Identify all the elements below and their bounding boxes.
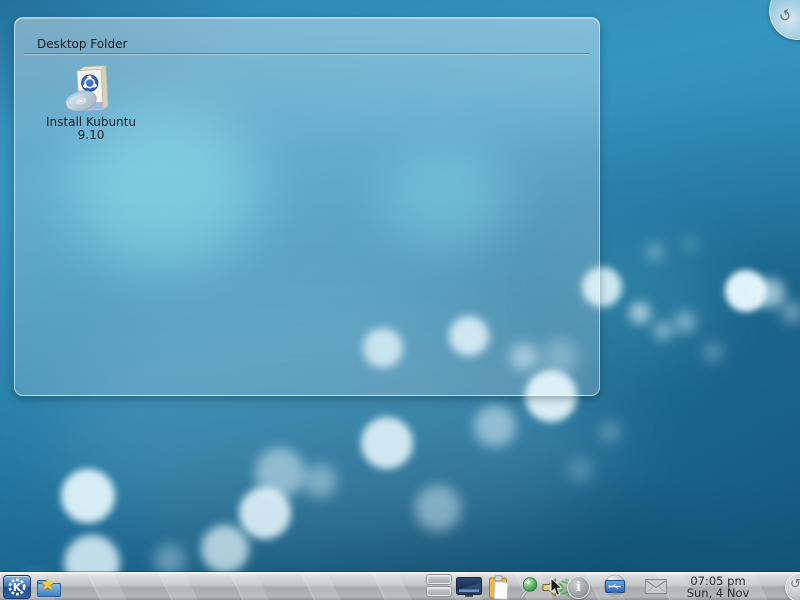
klipper-clipboard-icon[interactable] xyxy=(487,575,511,600)
taskbar-panel: K ★ xyxy=(0,572,800,600)
kmenu-letter: K xyxy=(13,581,22,594)
device-notifier-icon[interactable] xyxy=(601,574,629,600)
desktop-icon-label-line1: Install Kubuntu xyxy=(46,115,136,129)
display-tray-icon[interactable] xyxy=(456,576,482,600)
mouse-cursor xyxy=(550,577,564,598)
digital-clock[interactable]: 07:05 pm Sun, 4 Nov xyxy=(672,575,764,599)
folder-widget-divider xyxy=(24,53,590,54)
bokeh-circle xyxy=(654,322,672,340)
kubuntu-installer-icon xyxy=(64,64,118,114)
bokeh-circle xyxy=(704,343,722,361)
desktop-icon-label-line2: 9.10 xyxy=(78,128,105,142)
virtual-desktop-pager[interactable] xyxy=(427,575,453,599)
bokeh-circle xyxy=(474,405,516,447)
bokeh-circle xyxy=(415,485,461,531)
kmenu-button[interactable]: K xyxy=(3,575,31,599)
clock-date: Sun, 4 Nov xyxy=(672,587,764,599)
bokeh-circle xyxy=(629,302,651,324)
folder-widget-title: Desktop Folder xyxy=(37,37,127,51)
pager-desktop-1[interactable] xyxy=(427,575,451,584)
bokeh-circle xyxy=(647,244,663,260)
bokeh-circle xyxy=(303,464,337,498)
desktop-icon-label: Install Kubuntu 9.10 xyxy=(43,116,139,142)
kde-gear-logo-icon: K xyxy=(7,577,27,597)
bokeh-circle xyxy=(600,422,620,442)
bokeh-circle xyxy=(755,278,785,308)
cashew-arrow-icon: ↺ xyxy=(790,577,800,592)
bokeh-circle xyxy=(361,417,413,469)
bokeh-circle xyxy=(684,238,696,250)
panel-toolbox-cashew[interactable]: ↺ xyxy=(785,573,800,600)
green-pin-icon[interactable] xyxy=(516,576,538,600)
desktop-icon-install-kubuntu[interactable]: Install Kubuntu 9.10 xyxy=(43,64,139,142)
bokeh-circle xyxy=(239,487,291,539)
info-glyph: i xyxy=(576,580,581,595)
desktop: Desktop Folder xyxy=(0,0,800,600)
desktop-folder-widget: Desktop Folder xyxy=(14,17,600,396)
bokeh-circle xyxy=(674,311,696,333)
bokeh-circle xyxy=(781,301,800,323)
bokeh-circle xyxy=(61,469,115,523)
info-icon[interactable]: i xyxy=(567,576,590,599)
bokeh-circle xyxy=(201,525,249,573)
mail-envelope-icon[interactable] xyxy=(645,579,667,598)
cashew-arrow-icon: ↺ xyxy=(776,5,795,27)
star-icon: ★ xyxy=(40,577,55,594)
folder-view-launcher[interactable]: ★ xyxy=(35,575,64,600)
bokeh-circle xyxy=(568,458,592,482)
pager-desktop-2[interactable] xyxy=(427,587,451,596)
